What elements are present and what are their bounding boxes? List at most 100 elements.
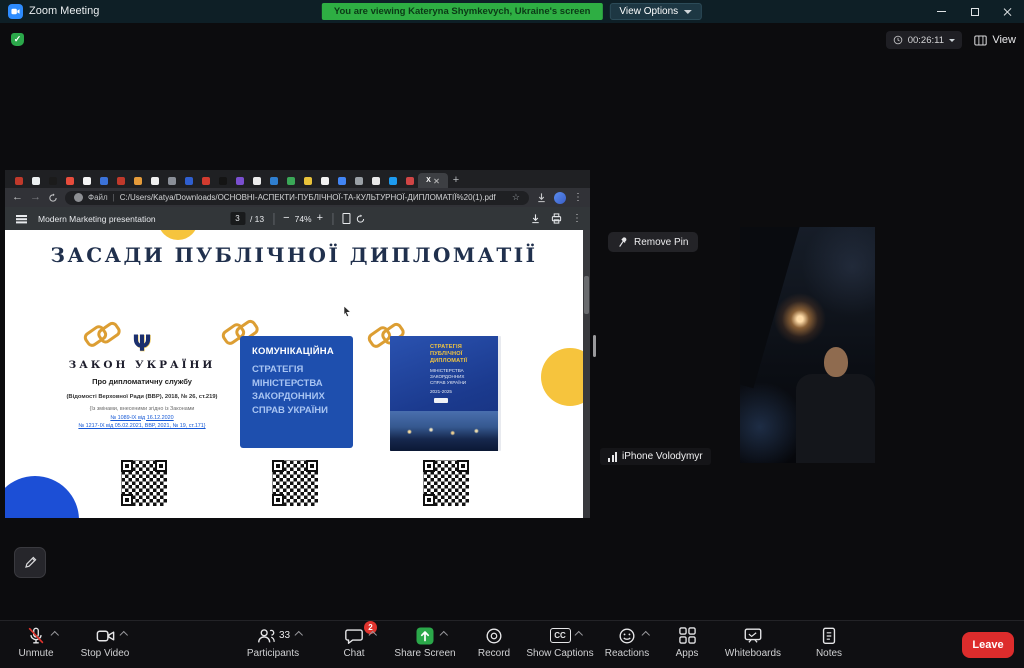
browser-tab[interactable] xyxy=(146,173,163,188)
apps-label: Apps xyxy=(676,648,699,659)
zoom-in-button[interactable]: + xyxy=(317,213,323,224)
meeting-timer[interactable]: 00:26:11 xyxy=(886,31,962,49)
browser-tab[interactable] xyxy=(129,173,146,188)
layout-grid-icon xyxy=(974,35,987,46)
browser-tab[interactable] xyxy=(44,173,61,188)
slide-title: ЗАСАДИ ПУБЛІЧНОЇ ДИПЛОМАТІЇ xyxy=(5,243,583,267)
browser-tab[interactable] xyxy=(367,173,384,188)
viewing-banner: You are viewing Kateryna Shymkevych, Ukr… xyxy=(322,3,603,20)
browser-tab[interactable] xyxy=(282,173,299,188)
chevron-up-icon[interactable] xyxy=(50,631,58,639)
view-options-button[interactable]: View Options xyxy=(609,3,702,20)
browser-tab[interactable] xyxy=(333,173,350,188)
download-icon[interactable] xyxy=(530,213,541,224)
close-button[interactable] xyxy=(991,0,1024,23)
pdf-more-icon[interactable]: ⋮ xyxy=(572,214,582,224)
forward-icon[interactable]: → xyxy=(30,192,41,203)
browser-tab[interactable] xyxy=(95,173,112,188)
chevron-up-icon[interactable] xyxy=(439,631,447,639)
browser-tab-active[interactable]: X xyxy=(418,173,448,188)
browser-tab[interactable] xyxy=(231,173,248,188)
pdf-scrollbar-thumb[interactable] xyxy=(584,276,589,314)
chevron-up-icon[interactable] xyxy=(641,631,649,639)
meeting-security-shield-icon[interactable]: ✓ xyxy=(11,33,24,46)
chevron-up-icon[interactable] xyxy=(575,631,583,639)
browser-tab[interactable] xyxy=(78,173,95,188)
browser-navbar: ← → Файл | C:/Users/Katya/Downloads/ОСНО… xyxy=(5,188,590,207)
refresh-icon[interactable] xyxy=(48,193,58,203)
toolbar-show-captions[interactable]: CC Show Captions xyxy=(521,625,599,665)
print-icon[interactable] xyxy=(551,213,562,224)
remove-pin-button[interactable]: Remove Pin xyxy=(608,232,698,252)
toolbar-record[interactable]: Record xyxy=(462,625,526,665)
fit-page-icon[interactable] xyxy=(342,213,350,224)
browser-menu-icon[interactable]: ⋮ xyxy=(573,193,583,203)
toolbar-apps[interactable]: Apps xyxy=(662,625,712,665)
maximize-button[interactable] xyxy=(958,0,991,23)
browser-tab[interactable] xyxy=(61,173,78,188)
bookmark-star-icon[interactable]: ☆ xyxy=(512,192,520,203)
meeting-toolbar: Unmute Stop Video 33 xyxy=(0,620,1024,668)
close-icon xyxy=(1003,7,1013,17)
view-button[interactable]: View xyxy=(974,31,1016,49)
profile-avatar[interactable] xyxy=(554,192,566,204)
cover-line: СТРАТЕГІЯ xyxy=(430,344,467,351)
chevron-up-icon[interactable] xyxy=(294,631,302,639)
browser-tab[interactable] xyxy=(27,173,44,188)
pdf-toolbar: Modern Marketing presentation / 13 − 74%… xyxy=(5,207,590,230)
toolbar-chat[interactable]: 2 Chat xyxy=(322,625,386,665)
back-icon[interactable]: ← xyxy=(12,192,23,203)
toolbar-reactions[interactable]: Reactions xyxy=(592,625,662,665)
browser-tab[interactable] xyxy=(10,173,27,188)
law-name: Про дипломатичну службу xyxy=(57,377,227,386)
browser-tab[interactable] xyxy=(112,173,129,188)
browser-tab[interactable] xyxy=(248,173,265,188)
minimize-button[interactable] xyxy=(925,0,958,23)
participant-video[interactable] xyxy=(740,227,875,463)
browser-tab[interactable] xyxy=(350,173,367,188)
law-amendment-link[interactable]: № 1089-IX від 16.12.2020 xyxy=(57,415,227,422)
browser-tab[interactable] xyxy=(180,173,197,188)
toolbar-participants[interactable]: 33 Participants xyxy=(234,625,312,665)
tab-close-icon[interactable] xyxy=(434,178,440,184)
toolbar-share-screen[interactable]: Share Screen xyxy=(386,625,464,665)
toolbar-whiteboards[interactable]: Whiteboards xyxy=(715,625,791,665)
strategy-card-title: КОМУНІКАЦІЙНА xyxy=(252,346,353,357)
rotate-icon[interactable] xyxy=(355,214,365,224)
toolbar-unmute[interactable]: Unmute xyxy=(8,625,64,665)
cover-line: ДИПЛОМАТІЇ xyxy=(430,358,467,365)
zoom-window: Zoom Meeting You are viewing Kateryna Sh… xyxy=(0,0,1024,668)
browser-tab[interactable] xyxy=(265,173,282,188)
toolbar-stop-video[interactable]: Stop Video xyxy=(72,625,138,665)
browser-tab[interactable] xyxy=(384,173,401,188)
browser-tab[interactable] xyxy=(163,173,180,188)
strategy-card-line: МІНІСТЕРСТВА xyxy=(252,377,353,391)
annotate-button[interactable] xyxy=(14,547,46,578)
law-gazette-line: (Відомості Верховної Ради (ВВР), 2018, №… xyxy=(57,394,227,401)
zoom-out-button[interactable]: − xyxy=(283,213,289,224)
show-captions-label: Show Captions xyxy=(526,648,593,659)
pdf-scrollbar[interactable] xyxy=(583,230,590,518)
video-camera-icon xyxy=(95,626,116,646)
cover-logo-mark xyxy=(434,398,448,403)
address-bar[interactable]: Файл | C:/Users/Katya/Downloads/ОСНОВНІ-… xyxy=(65,191,529,205)
law-amendment-link[interactable]: № 1217-IX від 05.02.2021, ВВР, 2021, № 1… xyxy=(57,423,227,430)
pdf-doc-title: Modern Marketing presentation xyxy=(38,214,156,224)
chevron-up-icon[interactable] xyxy=(120,631,128,639)
pdf-menu-icon[interactable] xyxy=(16,215,27,217)
participant-silhouette xyxy=(796,374,875,463)
split-resize-handle[interactable] xyxy=(593,335,596,357)
pdf-page-input[interactable] xyxy=(230,212,245,225)
browser-tab[interactable] xyxy=(197,173,214,188)
browser-tab[interactable] xyxy=(214,173,231,188)
share-screen-label: Share Screen xyxy=(394,648,455,659)
browser-tab[interactable] xyxy=(316,173,333,188)
new-tab-button[interactable]: + xyxy=(448,173,464,188)
browser-tab[interactable] xyxy=(299,173,316,188)
toolbar-notes[interactable]: Notes xyxy=(800,625,858,665)
leave-button[interactable]: Leave xyxy=(962,632,1014,658)
law-heading: ЗАКОН УКРАЇНИ xyxy=(57,359,227,371)
downloads-icon[interactable] xyxy=(536,192,547,203)
divider xyxy=(273,213,274,225)
browser-tab[interactable] xyxy=(401,173,418,188)
